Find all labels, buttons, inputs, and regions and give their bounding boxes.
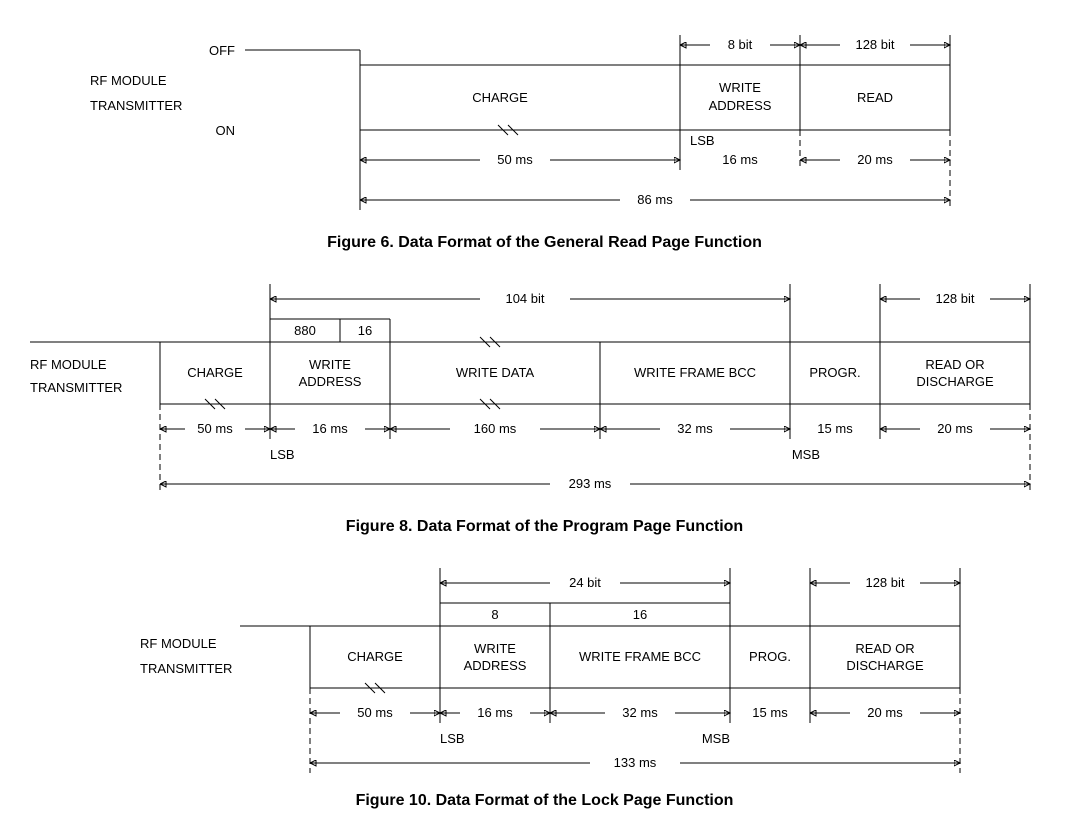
t-prog: 15 ms <box>752 705 788 720</box>
msb-label: MSB <box>702 731 730 746</box>
time-total: 86 ms <box>637 192 673 207</box>
t-charge: 50 ms <box>357 705 393 720</box>
wd-label: WRITE DATA <box>456 365 535 380</box>
rf-module-label: RF MODULE <box>90 73 167 88</box>
n880: 880 <box>294 323 316 338</box>
lsb-label: LSB <box>690 133 715 148</box>
write-addr-label-2: ADDRESS <box>709 98 772 113</box>
t-bcc: 32 ms <box>677 421 713 436</box>
time-addr: 16 ms <box>722 152 758 167</box>
read-label-1: READ OR <box>925 357 984 372</box>
on-label: ON <box>216 123 236 138</box>
t-bcc: 32 ms <box>622 705 658 720</box>
read-label-2: DISCHARGE <box>846 658 924 673</box>
transmitter-label: TRANSMITTER <box>90 98 182 113</box>
off-label: OFF <box>209 43 235 58</box>
figure-8-caption: Figure 8. Data Format of the Program Pag… <box>10 518 1069 536</box>
read-label: READ <box>857 90 893 105</box>
write-addr-label-1: WRITE <box>719 80 761 95</box>
transmitter-label: TRANSMITTER <box>140 661 232 676</box>
bits-read: 128 bit <box>855 37 894 52</box>
t-addr: 16 ms <box>477 705 513 720</box>
wbcc-label: WRITE FRAME BCC <box>634 365 756 380</box>
msb-label: MSB <box>792 447 820 462</box>
figure-10-caption: Figure 10. Data Format of the Lock Page … <box>10 792 1069 810</box>
n16: 16 <box>633 607 647 622</box>
wbcc-label: WRITE FRAME BCC <box>579 649 701 664</box>
rf-module-label: RF MODULE <box>30 357 107 372</box>
lsb-label: LSB <box>270 447 295 462</box>
progr-label: PROGR. <box>809 365 860 380</box>
t-addr: 16 ms <box>312 421 348 436</box>
read-label-2: DISCHARGE <box>916 374 994 389</box>
charge-label: CHARGE <box>347 649 403 664</box>
figure-6-diagram: OFF ON RF MODULE TRANSMITTER CHARGE WRIT… <box>10 10 1059 230</box>
bits-read: 128 bit <box>865 575 904 590</box>
lsb-label: LSB <box>440 731 465 746</box>
t-total: 133 ms <box>614 755 657 770</box>
bits-read: 128 bit <box>935 291 974 306</box>
prog-label: PROG. <box>749 649 791 664</box>
wa-label-2: ADDRESS <box>299 374 362 389</box>
charge-label: CHARGE <box>472 90 528 105</box>
t-read: 20 ms <box>937 421 973 436</box>
t-data: 160 ms <box>474 421 517 436</box>
wa-label-1: WRITE <box>309 357 351 372</box>
n8: 8 <box>491 607 498 622</box>
t-prog: 15 ms <box>817 421 853 436</box>
t-read: 20 ms <box>867 705 903 720</box>
time-charge: 50 ms <box>497 152 533 167</box>
bits-total: 104 bit <box>505 291 544 306</box>
rf-module-label: RF MODULE <box>140 636 217 651</box>
t-charge: 50 ms <box>197 421 233 436</box>
wa-label-2: ADDRESS <box>464 658 527 673</box>
bits-total: 24 bit <box>569 575 601 590</box>
figure-10-diagram: RF MODULE TRANSMITTER 8 16 24 bit 128 bi… <box>10 548 1059 788</box>
read-label-1: READ OR <box>855 641 914 656</box>
t-total: 293 ms <box>569 476 612 491</box>
transmitter-label: TRANSMITTER <box>30 380 122 395</box>
bits-addr: 8 bit <box>728 37 753 52</box>
n16: 16 <box>358 323 372 338</box>
wa-label-1: WRITE <box>474 641 516 656</box>
time-read: 20 ms <box>857 152 893 167</box>
figure-8-diagram: RF MODULE TRANSMITTER 880 16 104 bit 128… <box>10 264 1059 514</box>
figure-6-caption: Figure 6. Data Format of the General Rea… <box>10 234 1069 252</box>
charge-label: CHARGE <box>187 365 243 380</box>
